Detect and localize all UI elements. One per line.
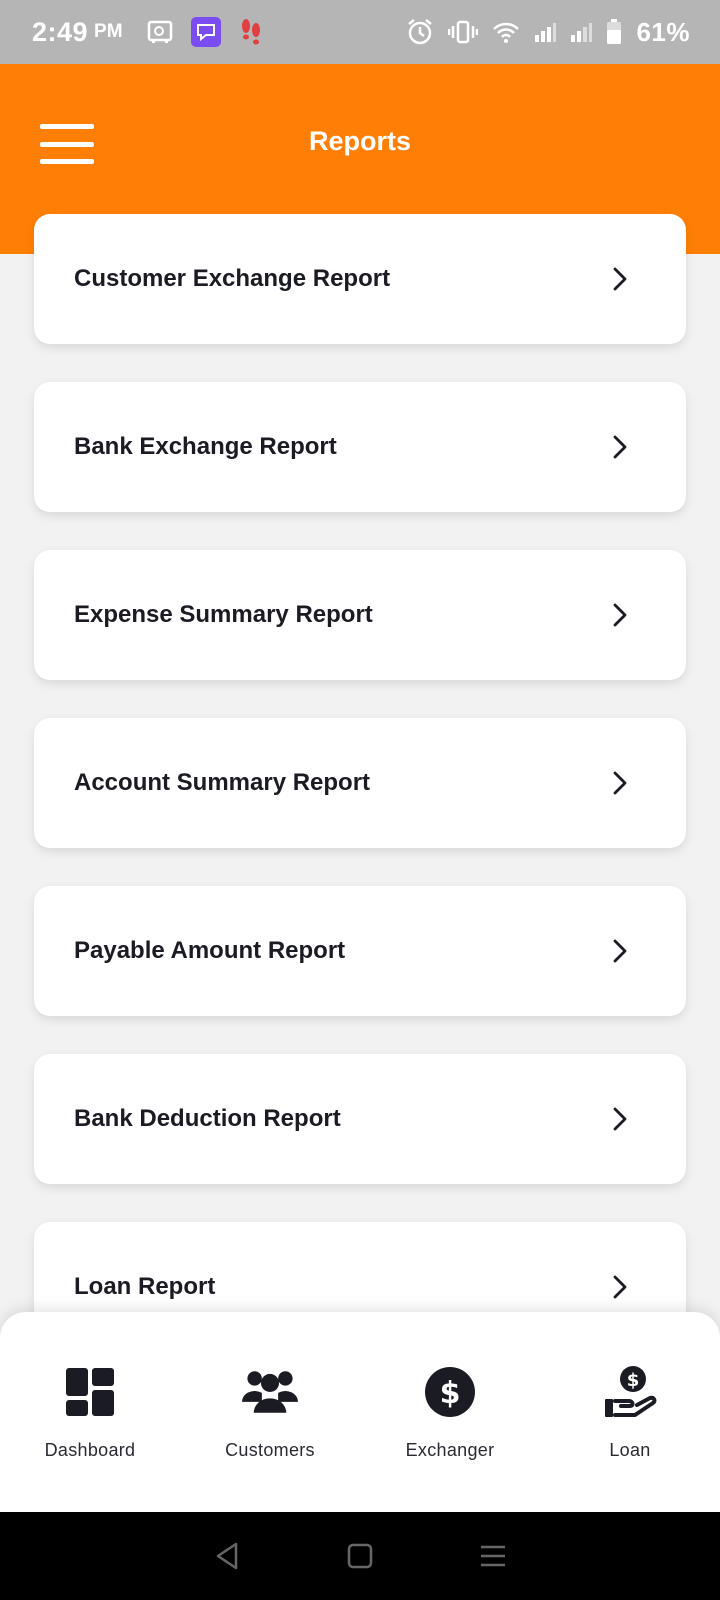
loan-hand-icon: $ [602, 1364, 658, 1420]
signal-icon [570, 21, 593, 43]
report-label: Account Summary Report [74, 769, 371, 796]
report-card-payable-amount[interactable]: Payable Amount Report [34, 886, 686, 1016]
system-status-icons: 61% [406, 17, 690, 48]
report-card-bank-deduction[interactable]: Bank Deduction Report [34, 1054, 686, 1184]
nav-label: Exchanger [405, 1440, 495, 1460]
users-icon [242, 1364, 298, 1420]
chevron-right-icon [613, 1107, 627, 1131]
nav-item-exchanger[interactable]: $ Exchanger [360, 1312, 540, 1512]
dollar-icon: $ [422, 1364, 478, 1420]
chat-app-icon [190, 17, 221, 47]
report-label: Bank Exchange Report [74, 433, 337, 460]
svg-text:$: $ [627, 1370, 640, 1391]
report-card-account-summary[interactable]: Account Summary Report [34, 718, 686, 848]
battery-icon [606, 19, 622, 45]
dashboard-icon [62, 1364, 118, 1420]
battery-percent: 61% [636, 16, 690, 47]
nav-label: Customers [225, 1440, 315, 1460]
page-title: Reports [308, 126, 411, 156]
notification-icons [147, 17, 263, 47]
system-navigation-bar [0, 1512, 720, 1600]
report-label: Expense Summary Report [74, 601, 373, 628]
chevron-right-icon [613, 1275, 627, 1299]
recents-icon[interactable] [473, 1536, 513, 1576]
status-bar: 2:49 PM 61% [0, 0, 720, 64]
svg-text:$: $ [440, 1376, 461, 1411]
report-label: Bank Deduction Report [74, 1105, 341, 1132]
report-card-bank-exchange[interactable]: Bank Exchange Report [34, 382, 686, 512]
chevron-right-icon [613, 603, 627, 627]
status-time: 2:49 [32, 16, 89, 47]
safe-icon [147, 19, 173, 45]
signal-icon [534, 21, 557, 43]
report-label: Loan Report [74, 1273, 216, 1300]
chevron-right-icon [613, 771, 627, 795]
report-card-customer-exchange[interactable]: Customer Exchange Report [34, 214, 686, 344]
nav-label: Dashboard [44, 1440, 136, 1460]
chevron-right-icon [613, 939, 627, 963]
footsteps-icon [239, 17, 263, 47]
bottom-navigation: Dashboard Customers $ Exchanger $ Loan [0, 1312, 720, 1512]
report-card-expense-summary[interactable]: Expense Summary Report [34, 550, 686, 680]
nav-item-dashboard[interactable]: Dashboard [0, 1312, 180, 1512]
alarm-icon [406, 18, 434, 46]
back-icon[interactable] [207, 1536, 247, 1576]
chevron-right-icon [613, 267, 627, 291]
home-icon[interactable] [340, 1536, 380, 1576]
nav-label: Loan [609, 1440, 651, 1460]
nav-item-customers[interactable]: Customers [180, 1312, 360, 1512]
vibrate-icon [448, 20, 479, 44]
report-label: Payable Amount Report [74, 937, 346, 964]
chevron-right-icon [613, 435, 627, 459]
status-ampm: PM [94, 21, 123, 42]
wifi-icon [492, 21, 520, 43]
report-label: Customer Exchange Report [74, 265, 391, 292]
nav-item-loan[interactable]: $ Loan [540, 1312, 720, 1512]
